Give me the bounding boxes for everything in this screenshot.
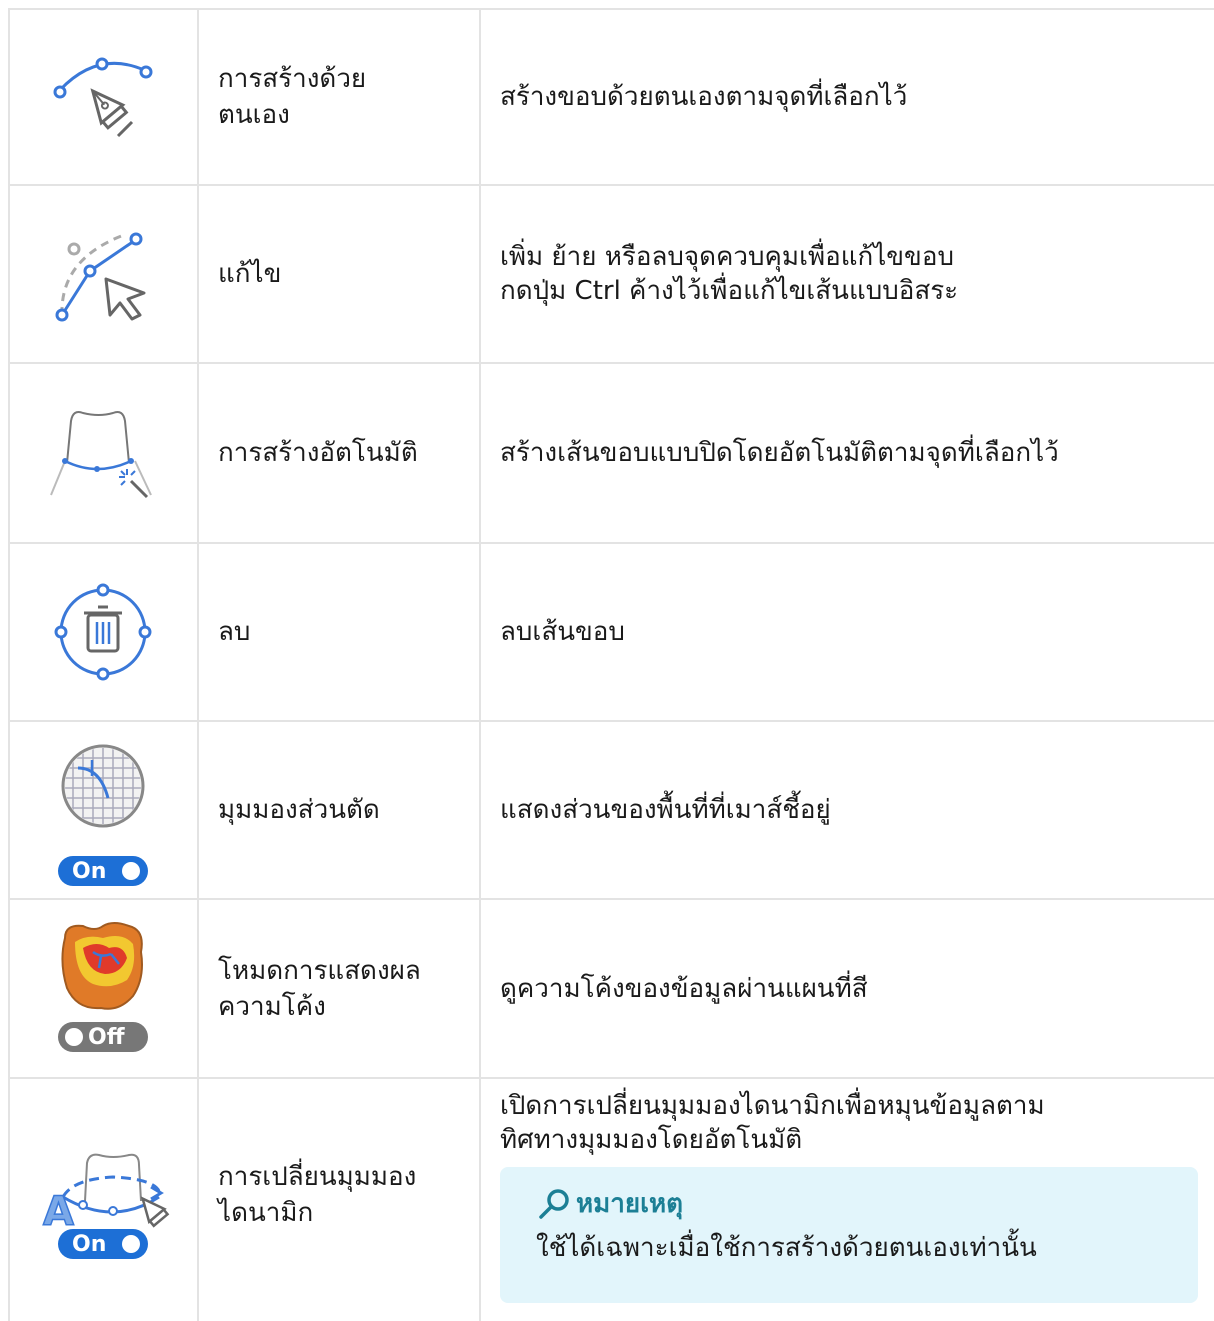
icon-cell: [8, 544, 198, 720]
magnifier-icon: [539, 1189, 569, 1219]
tool-name: มุมมองส่วนตัด: [218, 795, 380, 825]
table-row: การสร้างอัตโนมัติ สร้างเส้นขอบแบบปิดโดยอ…: [0, 364, 1214, 542]
toggle-on-switch[interactable]: On: [58, 856, 148, 886]
table-row: ลบ ลบเส้นขอบ: [0, 544, 1214, 720]
tool-description: สร้างขอบด้วยตนเองตามจุดที่เลือกไว้: [500, 82, 908, 112]
table-row: แก้ไข เพิ่ม ย้าย หรือลบจุดควบคุมเพื่อแก้…: [0, 186, 1214, 362]
tool-name: การสร้างด้วย ตนเอง: [218, 64, 367, 130]
edit-curve-cursor-icon: [55, 232, 146, 322]
svg-text:A: A: [43, 1189, 74, 1235]
tool-description: ดูความโค้งของข้อมูลผ่านแผนที่สี: [500, 973, 868, 1004]
tools-table: การสร้างด้วย ตนเอง สร้างขอบด้วยตนเองตามจุ…: [0, 0, 1214, 1321]
tool-name: การสร้างอัตโนมัติ: [218, 438, 418, 468]
toggle-knob: [65, 1028, 83, 1046]
cross-section-grid-icon: [61, 744, 145, 828]
note-box: หมายเหตุ ใช้ได้เฉพาะเมื่อใช้การสร้างด้วย…: [500, 1167, 1198, 1303]
tool-description: เพิ่ม ย้าย หรือลบจุดควบคุมเพื่อแก้ไขขอบ …: [500, 242, 959, 306]
table-row: การสร้างด้วย ตนเอง สร้างขอบด้วยตนเองตามจุ…: [0, 10, 1214, 184]
table-row: On มุมมองส่วนตัด แสดงส่วนของพื้นที่ที่เม…: [0, 722, 1214, 898]
table-row: A On การเปลี่ยนมุมมอง ไดนามิก เปิดการเปลี…: [0, 1079, 1214, 1321]
tool-name: ลบ: [218, 617, 251, 647]
toggle-on-switch[interactable]: On: [58, 1229, 148, 1259]
toggle-knob: [122, 862, 140, 880]
delete-curve-trash-icon: [54, 583, 152, 681]
tool-name: การเปลี่ยนมุมมอง ไดนามิก: [218, 1162, 417, 1228]
icon-cell: Off: [8, 900, 198, 1077]
toggle-label: Off: [88, 1024, 125, 1050]
tool-name: โหมดการแสดงผล ความโค้ง: [218, 955, 421, 1022]
icon-cell: [8, 186, 198, 362]
tool-description: เปิดการเปลี่ยนมุมมองไดนามิกเพื่อหมุนข้อม…: [500, 1079, 1200, 1321]
tool-description: แสดงส่วนของพื้นที่ที่เมาส์ชี้อยู่: [500, 795, 831, 825]
toggle-knob: [122, 1235, 140, 1253]
toggle-label: On: [72, 1231, 107, 1257]
pen-manual-curve-icon: [53, 57, 153, 138]
note-body: ใช้ได้เฉพาะเมื่อใช้การสร้างด้วยตนเองเท่า…: [536, 1233, 1037, 1263]
curvature-map-icon: [61, 922, 143, 1010]
icon-cell: A On: [8, 1079, 198, 1321]
auto-margin-tooth-icon: [50, 411, 152, 499]
tool-description: สร้างเส้นขอบแบบปิดโดยอัตโนมัติตามจุดที่เ…: [500, 438, 1059, 468]
icon-cell: On: [8, 722, 198, 898]
table-row: Off โหมดการแสดงผล ความโค้ง ดูความโค้งของข…: [0, 900, 1214, 1077]
toggle-off-switch[interactable]: Off: [58, 1022, 148, 1052]
note-title: หมายเหตุ: [536, 1187, 1162, 1221]
toggle-label: On: [72, 858, 107, 884]
icon-cell: [8, 10, 198, 184]
tool-description: ลบเส้นขอบ: [500, 617, 625, 647]
note-title-text: หมายเหตุ: [576, 1189, 684, 1219]
tool-name: แก้ไข: [218, 259, 282, 289]
icon-cell: [8, 364, 198, 542]
